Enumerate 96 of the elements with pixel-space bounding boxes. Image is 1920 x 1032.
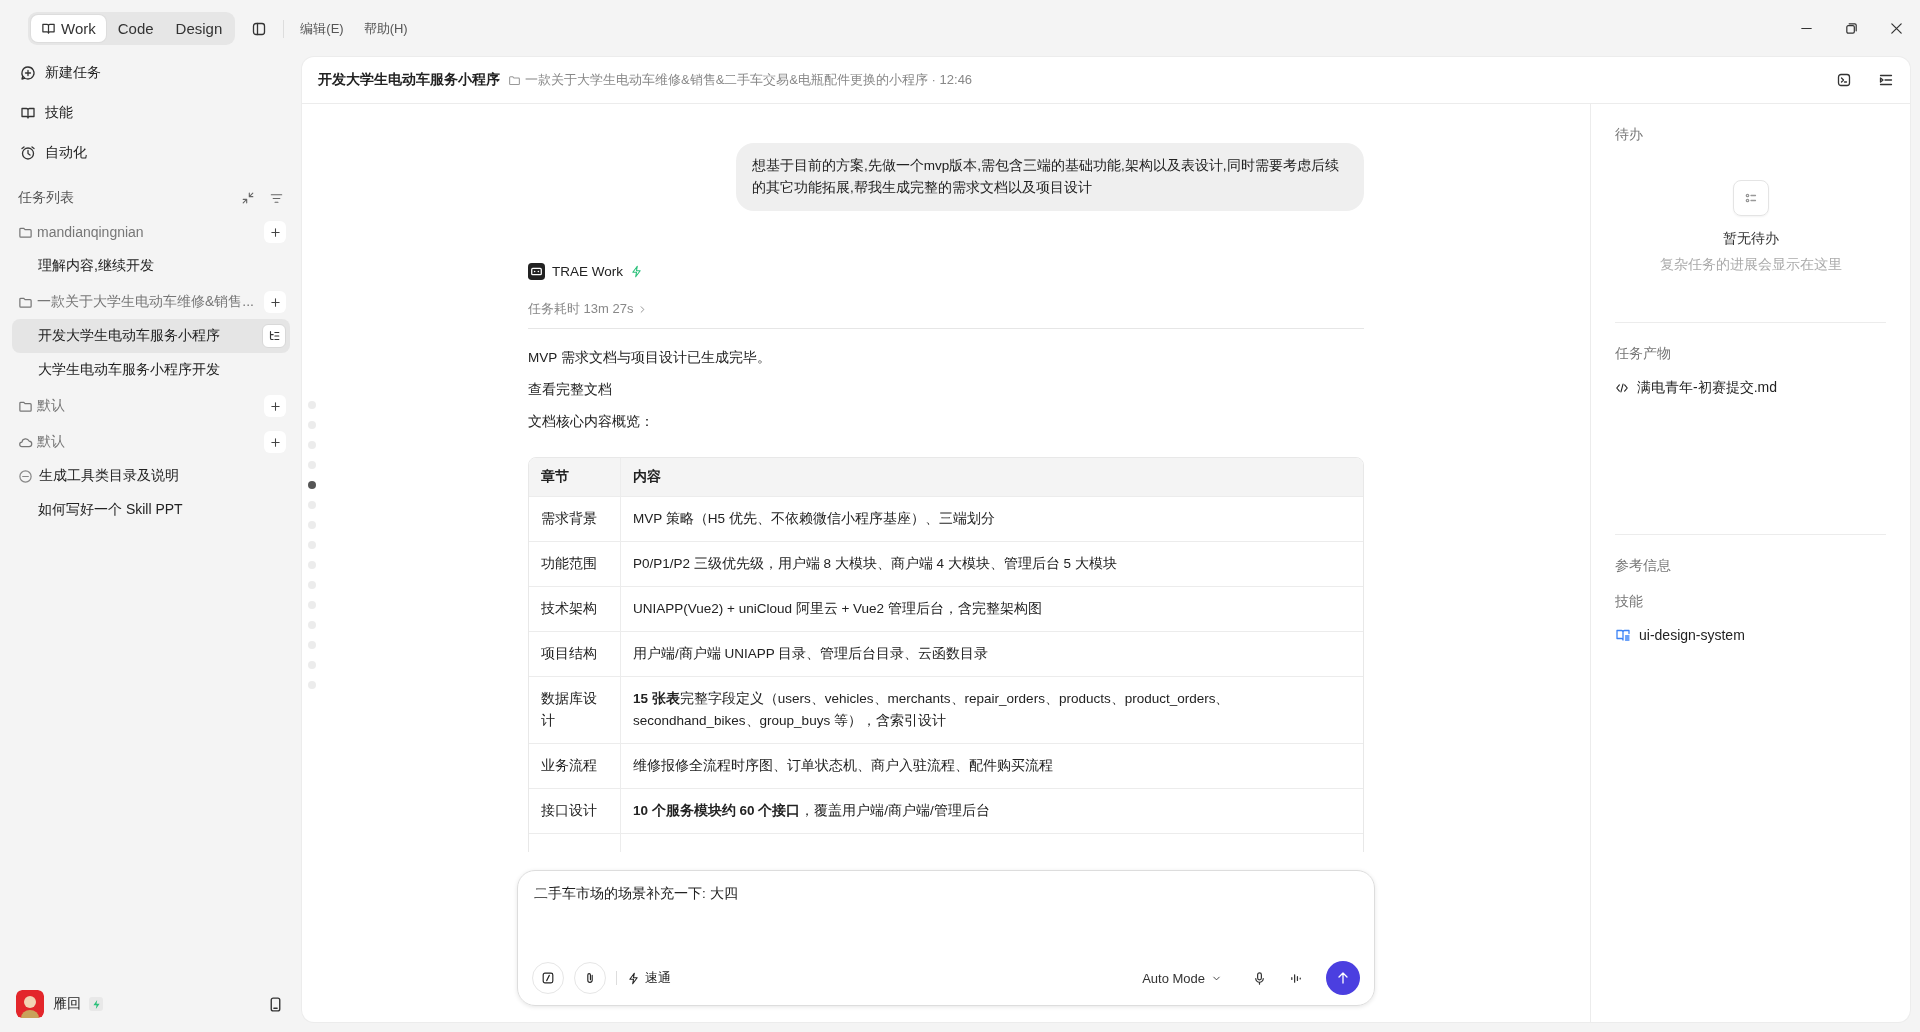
table-cell: 10 个服务模块约 60 个接口，覆盖用户端/商户端/管理后台: [621, 788, 1363, 833]
book-icon: [20, 105, 36, 121]
paragraph: 文档核心内容概览：: [528, 413, 655, 431]
add-button[interactable]: [264, 431, 286, 453]
table-cell: 维修报修全流程时序图、订单状态机、商户入驻流程、配件购买流程: [621, 743, 1363, 788]
column-header: 内容: [621, 458, 1363, 496]
section-title: 参考信息: [1615, 557, 1672, 575]
table-cell: 业务流程: [529, 743, 621, 788]
restore-icon[interactable]: [1844, 21, 1859, 36]
task-item[interactable]: 理解内容,继续开发: [12, 249, 290, 283]
tree-list-icon: [267, 329, 281, 343]
code-icon: [1615, 381, 1629, 395]
plus-icon: [268, 435, 282, 449]
task-item[interactable]: 生成工具类目录及说明: [12, 459, 290, 493]
panel-toggle-icon[interactable]: [1878, 72, 1894, 88]
group-name[interactable]: mandianqingnian: [37, 224, 260, 240]
collapse-icon[interactable]: [241, 191, 255, 205]
assistant-name: TRAE Work: [552, 264, 623, 279]
todo-list-icon: [1732, 180, 1769, 216]
table-cell: 15 张表完整字段定义（users、vehicles、merchants、repair_orders、products、product_orders、secondhand_bikes、group_buys 等），含索引设计: [621, 676, 1363, 743]
attach-button[interactable]: [574, 962, 606, 994]
slash-icon: [541, 971, 555, 985]
table-cell: 接口设计: [529, 788, 621, 833]
user-name: 雁回: [53, 995, 81, 1013]
project-path: 一款关于大学生电动车维修&销售&二手车交易&电瓶配件更换的小程序 · 12:46: [525, 71, 973, 89]
mode-dropdown[interactable]: Auto Mode: [1136, 969, 1228, 987]
plus-icon: [268, 295, 282, 309]
microphone-icon: [1252, 970, 1267, 986]
close-icon[interactable]: [1889, 21, 1904, 36]
table-cell: 技术架构: [529, 586, 621, 631]
task-item[interactable]: 大学生电动车服务小程序开发: [12, 353, 290, 387]
menu-item[interactable]: 编辑(E): [294, 15, 350, 42]
book-icon: [41, 21, 56, 36]
mode-tab[interactable]: Work: [31, 15, 106, 42]
microphone-button[interactable]: [1252, 970, 1267, 986]
menu-item[interactable]: 帮助(H): [357, 15, 414, 42]
skill-link[interactable]: ui-design-system: [1639, 627, 1745, 643]
group-name[interactable]: 默认: [37, 433, 260, 451]
task-name: 理解内容,继续开发: [38, 257, 155, 275]
task-name: 生成工具类目录及说明: [39, 467, 180, 485]
table-cell: 需求背景: [529, 496, 621, 541]
table-cell: 用户端/商户端 UNIAPP 目录、管理后台目录、云函数目录: [621, 631, 1363, 676]
outline-button[interactable]: [262, 324, 286, 348]
task-name: 开发大学生电动车服务小程序: [38, 327, 221, 345]
send-button[interactable]: [1326, 961, 1360, 995]
file-link[interactable]: 满电青年-初赛提交.md: [1637, 379, 1777, 397]
mode-tab[interactable]: Design: [165, 15, 233, 42]
empty-title: 暂无待办: [1722, 230, 1779, 248]
add-button[interactable]: [264, 221, 286, 243]
table-cell: 功能范围: [529, 541, 621, 586]
column-header: 章节: [529, 458, 621, 496]
paragraph: MVP 需求文档与项目设计已生成完毕。: [528, 349, 772, 367]
task-name: 如何写好一个 Skill PPT: [38, 501, 184, 519]
task-duration[interactable]: 任务耗时 13m 27s: [528, 300, 634, 318]
command-button[interactable]: [532, 962, 564, 994]
nav-item[interactable]: 新建任务: [12, 53, 290, 93]
speed-button[interactable]: 速通: [627, 969, 671, 987]
table-cell: UNIAPP(Vue2) + uniCloud 阿里云 + Vue2 管理后台，含完整架构图: [621, 586, 1363, 631]
minus-circle-icon: [18, 468, 33, 484]
new-task-icon: [20, 65, 36, 81]
group-name[interactable]: 一款关于大学生电动车维修&销售...: [37, 293, 260, 311]
user-message: 想基于目前的方案,先做一个mvp版本,需包含三端的基础功能,架构以及表设计,同时需要考虑后续的其它功能拓展,帮我生成完整的需求文档以及项目设计: [736, 143, 1364, 211]
mode-tab[interactable]: Code: [107, 15, 164, 42]
section-title: 任务列表: [18, 189, 75, 207]
terminal-icon[interactable]: [1836, 72, 1852, 88]
lightning-icon: [630, 265, 643, 278]
section-title: 待办: [1615, 126, 1644, 144]
table-cell: MVP 策略（H5 优先、不依赖微信小程序基座）、三端划分: [621, 496, 1363, 541]
table-cell: 数据库设计: [529, 676, 621, 743]
lightning-icon: [627, 971, 640, 985]
book-icon: [1615, 627, 1631, 643]
lightning-badge: [89, 997, 103, 1011]
plus-icon: [268, 225, 282, 239]
paragraph: 查看完整文档: [528, 381, 613, 399]
user-avatar[interactable]: [16, 990, 44, 1018]
table-cell: 项目结构: [529, 631, 621, 676]
task-item[interactable]: 开发大学生电动车服务小程序: [12, 319, 290, 353]
bot-logo-icon: [528, 263, 545, 280]
task-item[interactable]: 如何写好一个 Skill PPT: [12, 493, 290, 527]
task-title: 开发大学生电动车服务小程序: [318, 71, 500, 89]
add-button[interactable]: [264, 395, 286, 417]
outline-dot[interactable]: [308, 481, 316, 489]
sidebar-toggle-icon[interactable]: [251, 20, 268, 37]
add-button[interactable]: [264, 291, 286, 313]
task-name: 大学生电动车服务小程序开发: [38, 361, 221, 379]
plus-icon: [268, 399, 282, 413]
folder-icon: [508, 73, 521, 87]
group-name[interactable]: 默认: [37, 397, 260, 415]
section-title: 任务产物: [1615, 345, 1672, 363]
message-input-field[interactable]: 二手车市场的场景补充一下: 大四 速通 Auto Mode: [517, 870, 1375, 1006]
empty-hint: 复杂任务的进展会显示在这里: [1659, 256, 1842, 274]
nav-item[interactable]: 自动化: [12, 133, 290, 173]
nav-item[interactable]: 技能: [12, 93, 290, 133]
table-cell: P0/P1/P2 三级优先级，用户端 8 大模块、商户端 4 大模块、管理后台 5 大模块: [621, 541, 1363, 586]
alarm-clock-icon: [20, 145, 36, 161]
subsection-title: 技能: [1615, 593, 1644, 611]
